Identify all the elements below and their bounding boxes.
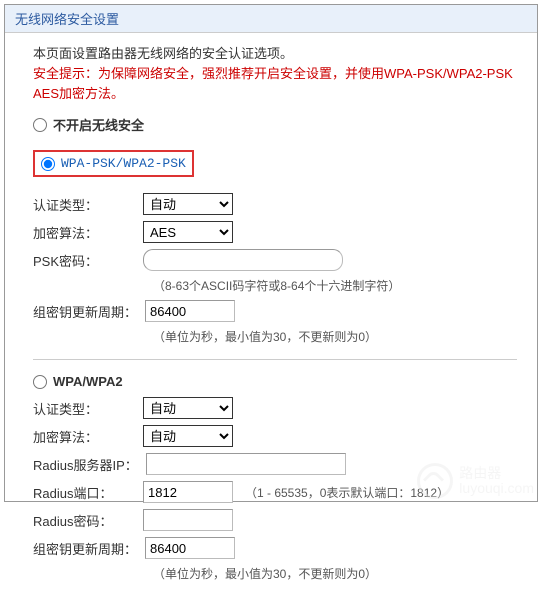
- radius-pwd-input[interactable]: [143, 509, 233, 531]
- intro-text: 本页面设置路由器无线网络的安全认证选项。: [33, 43, 517, 62]
- radius-pwd-row: Radius密码：: [33, 509, 517, 531]
- psk-auth-select[interactable]: 自动: [143, 193, 233, 215]
- wpa-interval-input[interactable]: [145, 537, 235, 559]
- radius-ip-label: Radius服务器IP：: [33, 455, 146, 474]
- panel-title: 无线网络安全设置: [5, 5, 537, 33]
- radius-ip-input[interactable]: [146, 453, 346, 475]
- psk-auth-row: 认证类型： 自动: [33, 193, 517, 215]
- psk-pwd-hint: （8-63个ASCII码字符或8-64个十六进制字符）: [153, 277, 517, 294]
- wpa-interval-label: 组密钥更新周期：: [33, 539, 145, 558]
- psk-enc-select[interactable]: AES: [143, 221, 233, 243]
- psk-enc-label: 加密算法：: [33, 223, 143, 242]
- psk-interval-input[interactable]: [145, 300, 235, 322]
- wpa-interval-row: 组密钥更新周期：: [33, 537, 517, 559]
- psk-interval-hint: （单位为秒，最小值为30，不更新则为0）: [153, 328, 517, 345]
- separator: [33, 359, 517, 360]
- security-warning: 安全提示：为保障网络安全，强烈推荐开启安全设置，并使用WPA-PSK/WPA2-…: [33, 64, 517, 103]
- radio-none[interactable]: [33, 118, 47, 132]
- option-wpa-row: WPA/WPA2: [33, 374, 517, 389]
- wpa-enc-row: 加密算法： 自动: [33, 425, 517, 447]
- radius-ip-row: Radius服务器IP：: [33, 453, 517, 475]
- psk-interval-row: 组密钥更新周期：: [33, 300, 517, 322]
- radio-wpa-label: WPA/WPA2: [53, 374, 123, 389]
- option-psk-row-highlight: WPA-PSK/WPA2-PSK: [33, 150, 194, 177]
- radius-port-label: Radius端口：: [33, 483, 143, 502]
- psk-auth-label: 认证类型：: [33, 195, 143, 214]
- psk-enc-row: 加密算法： AES: [33, 221, 517, 243]
- option-none-row: 不开启无线安全: [33, 115, 517, 134]
- wpa-enc-label: 加密算法：: [33, 427, 143, 446]
- psk-pwd-label: PSK密码：: [33, 251, 143, 270]
- wpa-auth-label: 认证类型：: [33, 399, 143, 418]
- radio-wpa[interactable]: [33, 375, 47, 389]
- wpa-auth-select[interactable]: 自动: [143, 397, 233, 419]
- panel-body: 本页面设置路由器无线网络的安全认证选项。 安全提示：为保障网络安全，强烈推荐开启…: [5, 33, 537, 598]
- wpa-enc-select[interactable]: 自动: [143, 425, 233, 447]
- wireless-security-panel: 无线网络安全设置 本页面设置路由器无线网络的安全认证选项。 安全提示：为保障网络…: [4, 4, 538, 502]
- radio-psk-label: WPA-PSK/WPA2-PSK: [61, 156, 186, 171]
- wpa-auth-row: 认证类型： 自动: [33, 397, 517, 419]
- radius-port-row: Radius端口： （1 - 65535，0表示默认端口：1812）: [33, 481, 517, 503]
- psk-password-input[interactable]: [143, 249, 343, 271]
- psk-interval-label: 组密钥更新周期：: [33, 302, 145, 321]
- psk-pwd-row: PSK密码：: [33, 249, 517, 271]
- radio-psk[interactable]: [41, 157, 55, 171]
- wpa-interval-hint: （单位为秒，最小值为30，不更新则为0）: [153, 565, 517, 582]
- radius-pwd-label: Radius密码：: [33, 511, 143, 530]
- radio-none-label: 不开启无线安全: [53, 115, 144, 134]
- radius-port-hint: （1 - 65535，0表示默认端口：1812）: [245, 484, 449, 501]
- radius-port-input[interactable]: [143, 481, 233, 503]
